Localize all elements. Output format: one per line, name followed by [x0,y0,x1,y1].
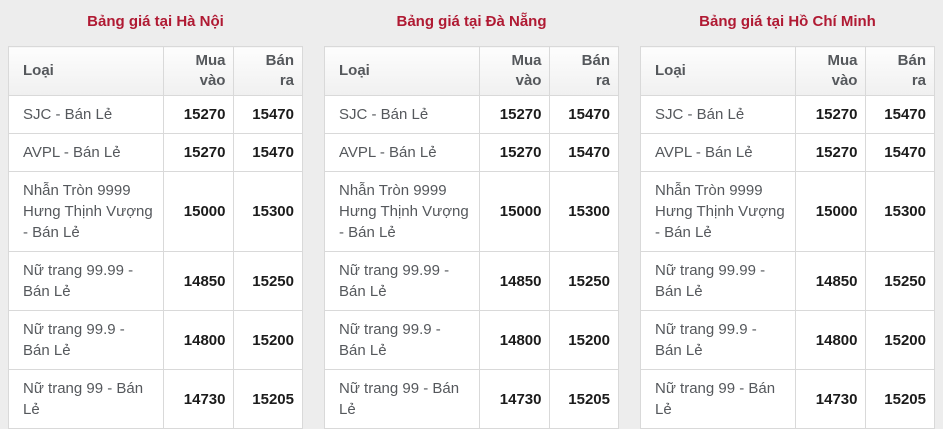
gold-type-label: AVPL - Bán Lẻ [325,134,480,172]
sell-price-value: 15470 [550,96,619,134]
board-title: Bảng giá tại Hà Nội [8,12,303,32]
board-title: Bảng giá tại Đà Nẵng [324,12,619,32]
sell-price-value: 15200 [550,311,619,370]
gold-type-label: Nữ trang 99.9 - Bán Lẻ [9,311,164,370]
gold-type-label: Nữ trang 99.99 - Bán Lẻ [9,252,164,311]
buy-price-value: 14730 [795,370,866,429]
table-row: Nữ trang 99.99 - Bán Lẻ 14850 15250 [9,252,303,311]
sell-price-value: 15250 [234,252,303,311]
sell-price-value: 15300 [550,172,619,252]
buy-price-value: 14850 [163,252,234,311]
price-board: Bảng giá tại Đà Nẵng Loại Mua vào Bán ra… [324,8,619,429]
column-header-type: Loại [641,47,796,96]
sell-price-value: 15200 [866,311,935,370]
gold-type-label: SJC - Bán Lẻ [641,96,796,134]
table-row: Nữ trang 99.9 - Bán Lẻ 14800 15200 [325,311,619,370]
price-table: Loại Mua vào Bán ra SJC - Bán Lẻ 15270 1… [8,46,303,429]
board-title: Bảng giá tại Hồ Chí Minh [640,12,935,32]
table-row: Nữ trang 99.9 - Bán Lẻ 14800 15200 [641,311,935,370]
price-table: Loại Mua vào Bán ra SJC - Bán Lẻ 15270 1… [640,46,935,429]
gold-type-label: AVPL - Bán Lẻ [641,134,796,172]
sell-price-value: 15470 [234,96,303,134]
gold-type-label: AVPL - Bán Lẻ [9,134,164,172]
buy-price-value: 14800 [479,311,550,370]
table-header-row: Loại Mua vào Bán ra [641,47,935,96]
buy-price-value: 14730 [163,370,234,429]
column-header-sell: Bán ra [234,47,303,96]
table-row: Nữ trang 99.99 - Bán Lẻ 14850 15250 [325,252,619,311]
column-header-type: Loại [325,47,480,96]
buy-price-value: 14850 [795,252,866,311]
buy-price-value: 15270 [163,134,234,172]
table-row: Nữ trang 99.9 - Bán Lẻ 14800 15200 [9,311,303,370]
column-header-sell: Bán ra [866,47,935,96]
buy-price-value: 15270 [479,96,550,134]
sell-price-value: 15470 [550,134,619,172]
buy-price-value: 15000 [163,172,234,252]
table-row: SJC - Bán Lẻ 15270 15470 [9,96,303,134]
table-row: Nữ trang 99 - Bán Lẻ 14730 15205 [325,370,619,429]
sell-price-value: 15470 [866,96,935,134]
sell-price-value: 15200 [234,311,303,370]
table-header-row: Loại Mua vào Bán ra [325,47,619,96]
table-row: AVPL - Bán Lẻ 15270 15470 [641,134,935,172]
table-row: SJC - Bán Lẻ 15270 15470 [641,96,935,134]
buy-price-value: 15000 [479,172,550,252]
column-header-buy: Mua vào [163,47,234,96]
sell-price-value: 15470 [866,134,935,172]
gold-type-label: SJC - Bán Lẻ [9,96,164,134]
column-header-buy: Mua vào [795,47,866,96]
table-header-row: Loại Mua vào Bán ra [9,47,303,96]
gold-type-label: Nữ trang 99.99 - Bán Lẻ [641,252,796,311]
gold-type-label: Nhẫn Tròn 9999 Hưng Thịnh Vượng - Bán Lẻ [9,172,164,252]
buy-price-value: 15270 [163,96,234,134]
gold-type-label: Nữ trang 99.9 - Bán Lẻ [325,311,480,370]
buy-price-value: 14800 [163,311,234,370]
gold-type-label: Nhẫn Tròn 9999 Hưng Thịnh Vượng - Bán Lẻ [325,172,480,252]
gold-type-label: Nữ trang 99.9 - Bán Lẻ [641,311,796,370]
buy-price-value: 14850 [479,252,550,311]
column-header-type: Loại [9,47,164,96]
table-row: AVPL - Bán Lẻ 15270 15470 [325,134,619,172]
table-row: Nữ trang 99.99 - Bán Lẻ 14850 15250 [641,252,935,311]
sell-price-value: 15300 [866,172,935,252]
table-row: Nữ trang 99 - Bán Lẻ 14730 15205 [641,370,935,429]
buy-price-value: 15000 [795,172,866,252]
sell-price-value: 15250 [550,252,619,311]
buy-price-value: 15270 [795,96,866,134]
table-row: Nhẫn Tròn 9999 Hưng Thịnh Vượng - Bán Lẻ… [641,172,935,252]
gold-type-label: Nhẫn Tròn 9999 Hưng Thịnh Vượng - Bán Lẻ [641,172,796,252]
gold-type-label: Nữ trang 99 - Bán Lẻ [9,370,164,429]
table-row: AVPL - Bán Lẻ 15270 15470 [9,134,303,172]
price-board: Bảng giá tại Hồ Chí Minh Loại Mua vào Bá… [640,8,935,429]
sell-price-value: 15205 [550,370,619,429]
buy-price-value: 15270 [479,134,550,172]
table-row: Nữ trang 99 - Bán Lẻ 14730 15205 [9,370,303,429]
table-row: Nhẫn Tròn 9999 Hưng Thịnh Vượng - Bán Lẻ… [9,172,303,252]
gold-type-label: Nữ trang 99.99 - Bán Lẻ [325,252,480,311]
sell-price-value: 15470 [234,134,303,172]
sell-price-value: 15300 [234,172,303,252]
price-board: Bảng giá tại Hà Nội Loại Mua vào Bán ra … [8,8,303,429]
column-header-sell: Bán ra [550,47,619,96]
price-boards: Bảng giá tại Hà Nội Loại Mua vào Bán ra … [0,0,943,429]
table-row: SJC - Bán Lẻ 15270 15470 [325,96,619,134]
price-table: Loại Mua vào Bán ra SJC - Bán Lẻ 15270 1… [324,46,619,429]
gold-type-label: Nữ trang 99 - Bán Lẻ [325,370,480,429]
sell-price-value: 15205 [234,370,303,429]
sell-price-value: 15205 [866,370,935,429]
column-header-buy: Mua vào [479,47,550,96]
buy-price-value: 14730 [479,370,550,429]
gold-type-label: Nữ trang 99 - Bán Lẻ [641,370,796,429]
sell-price-value: 15250 [866,252,935,311]
gold-type-label: SJC - Bán Lẻ [325,96,480,134]
buy-price-value: 15270 [795,134,866,172]
buy-price-value: 14800 [795,311,866,370]
table-row: Nhẫn Tròn 9999 Hưng Thịnh Vượng - Bán Lẻ… [325,172,619,252]
